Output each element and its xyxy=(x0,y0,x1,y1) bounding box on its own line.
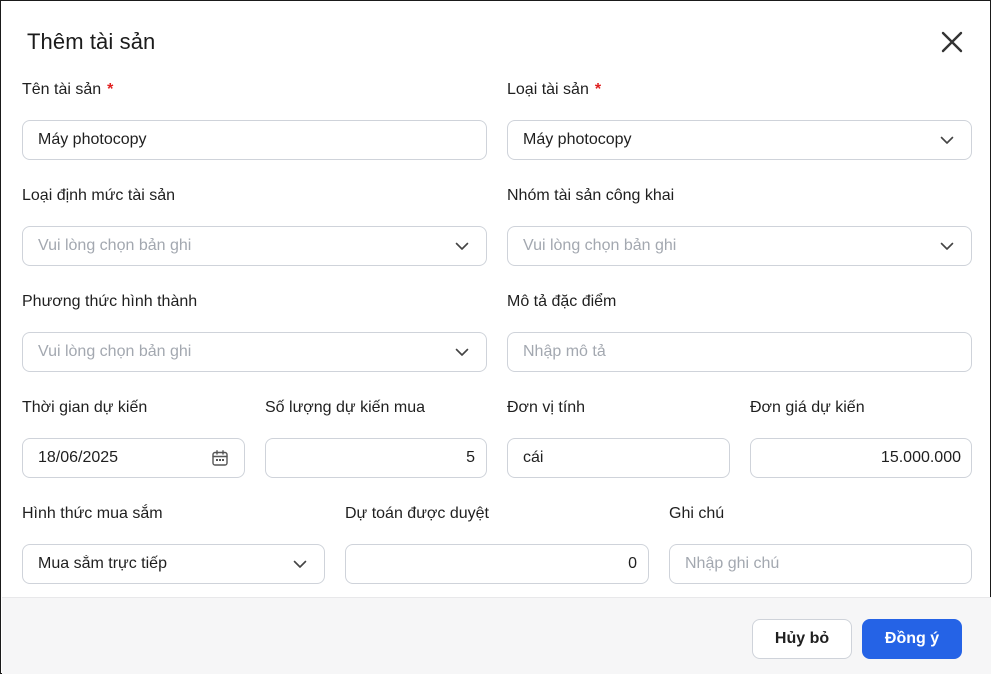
cancel-button[interactable]: Hủy bỏ xyxy=(752,619,852,659)
close-button[interactable] xyxy=(935,25,969,59)
mo-ta-placeholder: Nhập mô tả xyxy=(523,343,606,360)
label-du-toan: Dự toán được duyệt xyxy=(345,505,489,522)
loai-dinh-muc-select[interactable]: Vui lòng chọn bản ghi xyxy=(22,226,487,266)
thoi-gian-value: 18/06/2025 xyxy=(38,449,119,466)
thoi-gian-date-input[interactable]: 18/06/2025 xyxy=(22,438,245,478)
label-phuong-thuc: Phương thức hình thành xyxy=(22,293,198,310)
field-loai-tai-san: Loại tài sản * Máy photocopy xyxy=(507,79,972,160)
phuong-thuc-placeholder: Vui lòng chọn bản ghi xyxy=(38,343,192,360)
label-nhom-cong-khai: Nhóm tài sản công khai xyxy=(507,187,675,204)
don-vi-value: cái xyxy=(523,449,544,466)
field-nhom-cong-khai: Nhóm tài sản công khai Vui lòng chọn bản… xyxy=(507,185,972,266)
chevron-down-icon xyxy=(453,343,471,361)
hinh-thuc-select[interactable]: Mua sắm trực tiếp xyxy=(22,544,325,584)
chevron-down-icon xyxy=(453,237,471,255)
label-don-vi: Đơn vị tính xyxy=(507,399,586,416)
label-hinh-thuc: Hình thức mua sắm xyxy=(22,505,163,522)
field-thoi-gian: Thời gian dự kiến 18/06/2025 xyxy=(22,397,245,478)
required-mark: * xyxy=(107,81,114,98)
label-loai-tai-san: Loại tài sản * xyxy=(507,81,602,98)
mo-ta-input[interactable]: Nhập mô tả xyxy=(507,332,972,372)
don-gia-input[interactable]: 15.000.000 xyxy=(750,438,972,478)
ghi-chu-placeholder: Nhập ghi chú xyxy=(685,555,780,572)
field-mo-ta: Mô tả đặc điểm Nhập mô tả xyxy=(507,291,972,372)
field-don-vi: Đơn vị tính cái xyxy=(507,397,730,478)
label-don-gia: Đơn giá dự kiến xyxy=(750,399,865,416)
chevron-down-icon xyxy=(938,237,956,255)
field-loai-dinh-muc: Loại định mức tài sản Vui lòng chọn bản … xyxy=(22,185,487,266)
calendar-icon[interactable] xyxy=(211,449,229,467)
du-toan-input[interactable]: 0 xyxy=(345,544,649,584)
label-ten-tai-san: Tên tài sản * xyxy=(22,81,114,98)
loai-tai-san-value: Máy photocopy xyxy=(523,131,632,148)
don-vi-input[interactable]: cái xyxy=(507,438,730,478)
confirm-button[interactable]: Đồng ý xyxy=(862,619,962,659)
so-luong-input[interactable]: 5 xyxy=(265,438,487,478)
ten-tai-san-value: Máy photocopy xyxy=(38,131,147,148)
field-hinh-thuc: Hình thức mua sắm Mua sắm trực tiếp xyxy=(22,503,325,584)
hinh-thuc-value: Mua sắm trực tiếp xyxy=(38,555,167,572)
field-ghi-chu: Ghi chú Nhập ghi chú xyxy=(669,503,972,584)
label-so-luong: Số lượng dự kiến mua xyxy=(265,399,425,416)
close-icon xyxy=(941,31,963,53)
chevron-down-icon xyxy=(938,131,956,149)
du-toan-value: 0 xyxy=(628,555,637,572)
required-mark: * xyxy=(594,81,602,98)
so-luong-value: 5 xyxy=(466,449,475,466)
loai-dinh-muc-placeholder: Vui lòng chọn bản ghi xyxy=(38,237,192,254)
phuong-thuc-select[interactable]: Vui lòng chọn bản ghi xyxy=(22,332,487,372)
field-ten-tai-san: Tên tài sản * Máy photocopy xyxy=(22,79,487,160)
label-loai-dinh-muc: Loại định mức tài sản xyxy=(22,187,176,204)
loai-tai-san-select[interactable]: Máy photocopy xyxy=(507,120,972,160)
field-du-toan: Dự toán được duyệt 0 xyxy=(345,503,649,584)
dialog-title: Thêm tài sản xyxy=(27,29,156,54)
field-so-luong: Số lượng dự kiến mua 5 xyxy=(265,397,487,478)
label-ghi-chu: Ghi chú xyxy=(669,505,725,522)
don-gia-value: 15.000.000 xyxy=(880,449,961,466)
nhom-cong-khai-select[interactable]: Vui lòng chọn bản ghi xyxy=(507,226,972,266)
field-phuong-thuc: Phương thức hình thành Vui lòng chọn bản… xyxy=(22,291,487,372)
nhom-cong-khai-placeholder: Vui lòng chọn bản ghi xyxy=(523,237,677,254)
add-asset-dialog: Thêm tài sản Tên tài sản * Máy photocopy … xyxy=(0,0,991,674)
label-mo-ta: Mô tả đặc điểm xyxy=(507,293,617,310)
ghi-chu-input[interactable]: Nhập ghi chú xyxy=(669,544,972,584)
label-thoi-gian: Thời gian dự kiến xyxy=(22,399,148,416)
ten-tai-san-input[interactable]: Máy photocopy xyxy=(22,120,487,160)
dialog-footer: Hủy bỏ Đồng ý xyxy=(2,597,991,674)
chevron-down-icon xyxy=(291,555,309,573)
field-don-gia: Đơn giá dự kiến 15.000.000 xyxy=(750,397,972,478)
